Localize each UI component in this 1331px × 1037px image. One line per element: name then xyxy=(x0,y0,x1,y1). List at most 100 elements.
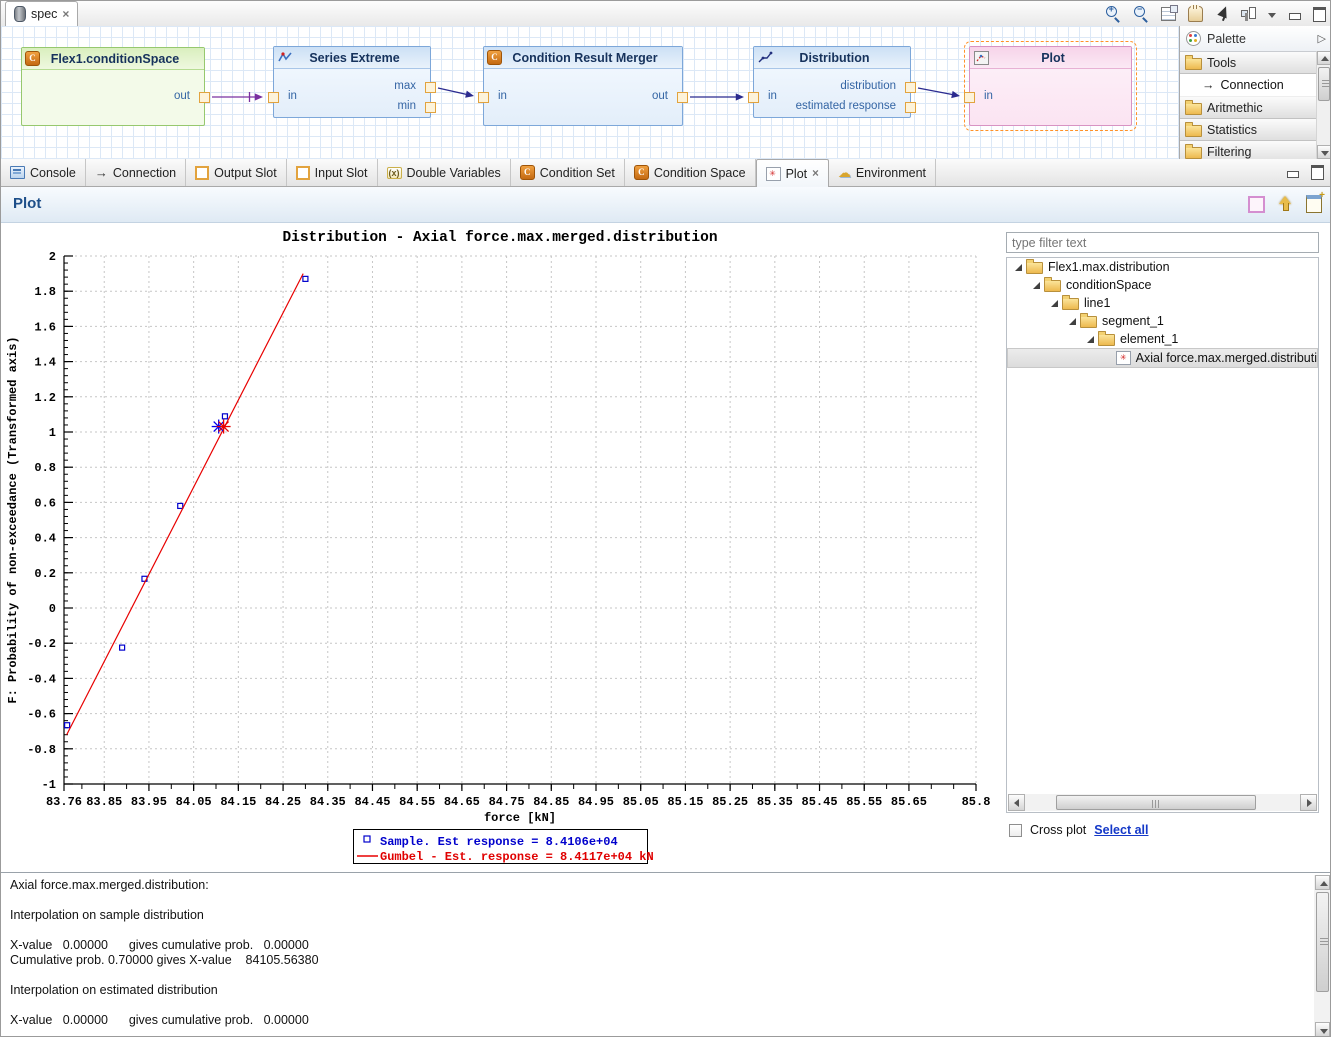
view-tab-output-slot[interactable]: Output Slot xyxy=(186,159,287,186)
node-title: Distribution xyxy=(773,51,910,65)
svg-text:84.25: 84.25 xyxy=(265,795,301,809)
properties-icon[interactable] xyxy=(1161,7,1176,21)
palette-section-tools[interactable]: Tools« xyxy=(1180,52,1331,74)
select-icon[interactable] xyxy=(1215,6,1229,21)
condition-space-icon xyxy=(634,165,649,180)
output-vertical-scrollbar[interactable] xyxy=(1314,875,1331,1037)
port-min[interactable] xyxy=(425,102,436,113)
view-tab-console[interactable]: Console xyxy=(1,159,86,186)
scrollbar-thumb[interactable] xyxy=(1318,67,1330,101)
spec-tab-label: spec xyxy=(31,7,57,21)
svg-text:2: 2 xyxy=(49,250,56,264)
node-distribution[interactable]: Distributionindistributionestimated resp… xyxy=(753,46,911,118)
svg-text:0.2: 0.2 xyxy=(34,567,56,581)
tab-spec[interactable]: spec × xyxy=(5,1,78,26)
palette-section-label: Filtering xyxy=(1207,145,1251,159)
maximize-icon[interactable] xyxy=(1311,165,1324,180)
zoom-in-icon[interactable] xyxy=(1105,5,1121,21)
tree-item-axial-force-max-merged-distributi[interactable]: Axial force.max.merged.distributi xyxy=(1007,348,1318,368)
plot-view-title: Plot xyxy=(13,195,41,212)
scrollbar-thumb[interactable] xyxy=(1316,892,1329,992)
close-icon[interactable]: × xyxy=(812,168,819,180)
plot-color-icon[interactable] xyxy=(1248,196,1265,213)
plot-icon xyxy=(1116,351,1130,365)
double-variables-icon: (x) xyxy=(387,167,402,179)
tree-item-label: segment_1 xyxy=(1102,314,1164,328)
tree-filter-input[interactable] xyxy=(1006,232,1319,253)
port-in[interactable] xyxy=(268,92,279,103)
tree-item-line1[interactable]: line1 xyxy=(1007,294,1318,312)
port-label-out: out xyxy=(652,90,668,102)
port-out[interactable] xyxy=(677,92,688,103)
expand-icon[interactable] xyxy=(1069,318,1076,325)
move-up-icon[interactable] xyxy=(1279,196,1292,212)
view-tab-condition-set[interactable]: Condition Set xyxy=(511,159,625,186)
zoom-out-icon[interactable] xyxy=(1133,5,1149,21)
view-tab-plot[interactable]: Plot× xyxy=(756,159,829,188)
scroll-down-button[interactable] xyxy=(1315,1022,1330,1037)
node-plot[interactable]: Plotin xyxy=(969,46,1132,126)
palette-scrollbar[interactable] xyxy=(1316,51,1331,159)
svg-text:83.95: 83.95 xyxy=(131,795,167,809)
port-in[interactable] xyxy=(478,92,489,103)
scroll-down-button[interactable] xyxy=(1317,145,1331,159)
view-tab-connection[interactable]: →Connection xyxy=(86,159,186,186)
node-flex1-conditionspace[interactable]: Flex1.conditionSpaceout xyxy=(21,47,205,126)
plot-tab-icon xyxy=(766,167,781,181)
expand-icon[interactable] xyxy=(1015,264,1022,271)
view-tab-input-slot[interactable]: Input Slot xyxy=(287,159,378,186)
diagram-canvas[interactable]: Flex1.conditionSpaceout Series Extremeinm… xyxy=(1,26,1179,159)
tree-item-segment-1[interactable]: segment_1 xyxy=(1007,312,1318,330)
palette-section-statistics[interactable]: Statistics xyxy=(1180,119,1331,141)
scrollbar-thumb[interactable] xyxy=(1056,795,1256,810)
palette-section-aritmethic[interactable]: Aritmethic xyxy=(1180,97,1331,119)
palette-section-filtering[interactable]: Filtering xyxy=(1180,141,1331,159)
palette-header[interactable]: Palette ▷ xyxy=(1180,26,1331,52)
tree-horizontal-scrollbar[interactable] xyxy=(1008,794,1317,811)
svg-text:83.76: 83.76 xyxy=(46,795,82,809)
port-out[interactable] xyxy=(199,92,210,103)
view-tab-environment[interactable]: ☁Environment xyxy=(829,159,936,186)
node-series-extreme[interactable]: Series Extremeinmaxmin xyxy=(273,46,431,118)
view-menu-icon[interactable] xyxy=(1268,13,1277,19)
view-tab-label: Console xyxy=(30,166,76,180)
palette-item-connection[interactable]: →Connection xyxy=(1180,74,1331,97)
expand-icon[interactable] xyxy=(1087,336,1094,343)
palette-section-label: Tools xyxy=(1207,56,1236,70)
close-icon[interactable]: × xyxy=(62,7,69,21)
svg-text:85.05: 85.05 xyxy=(623,795,659,809)
view-tab-label: Condition Set xyxy=(540,166,615,180)
port-in[interactable] xyxy=(964,92,975,103)
maximize-icon[interactable] xyxy=(1313,7,1326,22)
expand-icon[interactable] xyxy=(1051,300,1058,307)
port-estimated-response[interactable] xyxy=(905,102,916,113)
scroll-left-button[interactable] xyxy=(1008,794,1025,811)
folder-icon xyxy=(1062,298,1079,310)
cross-plot-checkbox[interactable] xyxy=(1009,824,1022,837)
tree-item-flex1-max-distribution[interactable]: Flex1.max.distribution xyxy=(1007,258,1318,276)
minimize-icon[interactable] xyxy=(1287,171,1299,178)
view-tab-condition-space[interactable]: Condition Space xyxy=(625,159,756,186)
port-max[interactable] xyxy=(425,82,436,93)
tree-item-conditionspace[interactable]: conditionSpace xyxy=(1007,276,1318,294)
scroll-up-button[interactable] xyxy=(1317,51,1331,65)
tree-item-element-1[interactable]: element_1 xyxy=(1007,330,1318,348)
port-distribution[interactable] xyxy=(905,82,916,93)
node-condition-result-merger[interactable]: Condition Result Mergerinout xyxy=(483,46,683,126)
pan-icon[interactable] xyxy=(1188,6,1203,22)
svg-text:-0.6: -0.6 xyxy=(27,708,56,722)
chart-legend: Sample. Est response = 8.4106e+04Gumbel … xyxy=(354,830,654,865)
port-label-estimated-response: estimated response xyxy=(796,100,896,112)
scroll-right-button[interactable] xyxy=(1300,794,1317,811)
view-tab-label: Environment xyxy=(856,166,926,180)
relations-icon[interactable] xyxy=(1241,6,1256,20)
open-new-window-icon[interactable] xyxy=(1306,195,1322,213)
expand-icon[interactable] xyxy=(1033,282,1040,289)
collapse-palette-icon[interactable]: ▷ xyxy=(1318,32,1326,45)
minimize-icon[interactable] xyxy=(1289,13,1301,20)
view-tab-double-variables[interactable]: (x)Double Variables xyxy=(378,159,511,186)
select-all-link[interactable]: Select all xyxy=(1094,823,1148,837)
tree-item-label: Flex1.max.distribution xyxy=(1048,260,1170,274)
scroll-up-button[interactable] xyxy=(1315,875,1330,890)
port-in[interactable] xyxy=(748,92,759,103)
